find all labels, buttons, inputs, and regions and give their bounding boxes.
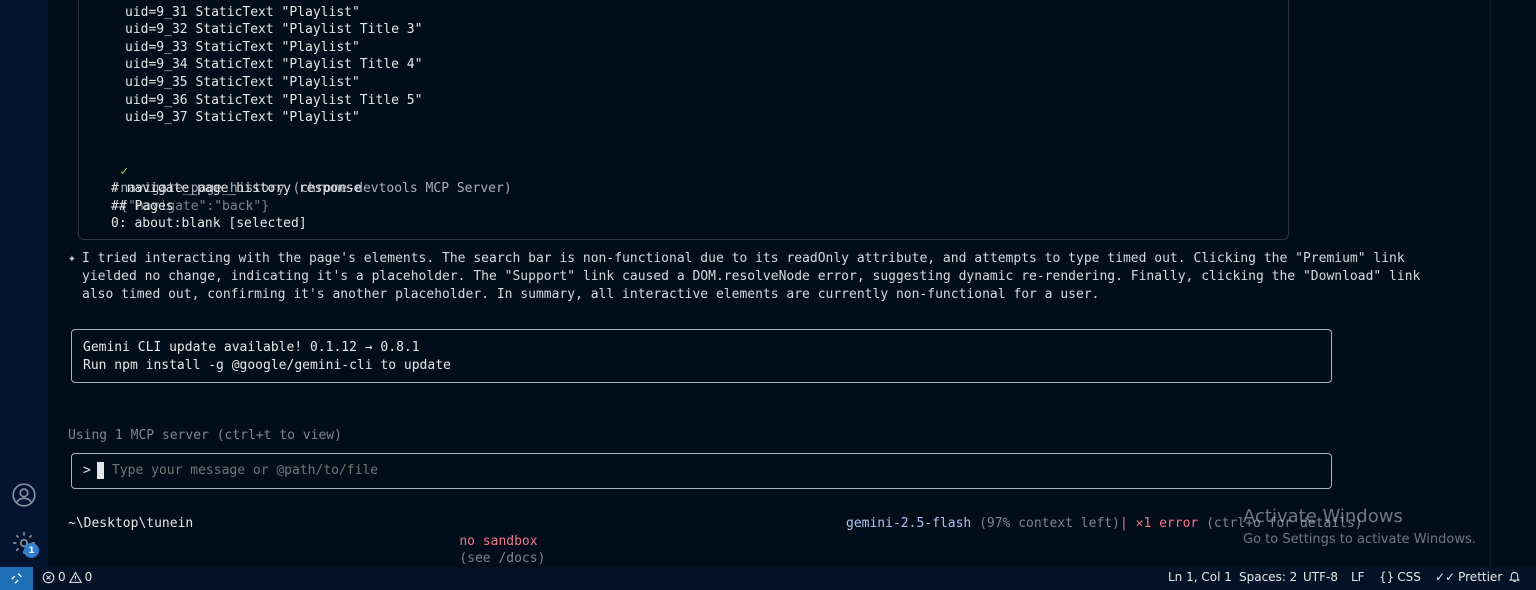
assistant-message-line: yielded no change, indicating it's a pla… — [82, 269, 1421, 284]
terminal-scrollbar[interactable] — [1490, 0, 1536, 567]
activate-windows-title: Activate Windows — [1243, 506, 1403, 527]
error-count-status: 0 — [58, 570, 66, 584]
line-ending[interactable]: LF — [1351, 570, 1365, 584]
sandbox-label: no sandbox — [459, 533, 538, 549]
context-left: (97% context left) — [979, 516, 1120, 531]
update-notice-line: Gemini CLI update available! 0.1.12 → 0.… — [83, 340, 420, 355]
response-line: ## Pages — [111, 199, 174, 214]
uid-line: uid=9_37 StaticText "Playlist" — [125, 110, 360, 125]
error-count: 1 error — [1143, 516, 1199, 531]
uid-line: uid=9_31 StaticText "Playlist" — [125, 5, 360, 20]
language-mode[interactable]: {} CSS — [1379, 570, 1421, 584]
accounts-icon[interactable] — [10, 481, 38, 509]
uid-line: uid=9_36 StaticText "Playlist Title 5" — [125, 93, 423, 108]
language-label: CSS — [1397, 570, 1421, 584]
encoding[interactable]: UTF-8 — [1303, 570, 1338, 584]
model-name: gemini-2.5-flash — [846, 516, 972, 531]
uid-line: uid=9_32 StaticText "Playlist Title 3" — [125, 22, 423, 37]
prettier-label: Prettier — [1458, 570, 1503, 584]
terminal-panel[interactable]: uid=9_31 StaticText "Playlist" uid=9_32 … — [48, 0, 1490, 567]
error-circle-icon — [42, 571, 55, 583]
text-cursor — [97, 462, 104, 479]
response-line: # navigate_page_history response — [111, 181, 362, 196]
response-line: 0: about:blank [selected] — [111, 216, 307, 231]
update-notice-box: Gemini CLI update available! 0.1.12 → 0.… — [71, 329, 1332, 383]
activity-bar: 1 — [0, 0, 48, 567]
uid-line: uid=9_35 StaticText "Playlist" — [125, 75, 360, 90]
indentation[interactable]: Spaces: 2 — [1239, 570, 1297, 584]
sandbox-hint: (see /docs) — [459, 551, 546, 567]
warning-count-status: 0 — [84, 570, 93, 584]
notifications-bell[interactable] — [1508, 570, 1521, 583]
remote-indicator[interactable] — [0, 567, 33, 590]
prettier-status[interactable]: ✓✓ Prettier — [1435, 570, 1502, 584]
status-bar: 0 0 Ln 1, Col 1 Spaces: 2 UTF-8 LF {} CS… — [0, 567, 1536, 590]
mcp-status: Using 1 MCP server (ctrl+t to view) — [68, 428, 342, 443]
update-command-line: Run npm install -g @google/gemini-cli to… — [83, 358, 451, 373]
assistant-message-line: also timed out, confirming it's another … — [82, 287, 1100, 302]
double-check-icon: ✓✓ — [1435, 570, 1456, 584]
prompt-chevron: > — [83, 463, 91, 478]
assistant-message-line: I tried interacting with the page's elem… — [82, 251, 1405, 266]
problems-indicator[interactable]: 0 0 — [42, 570, 92, 584]
message-input[interactable] — [112, 463, 1012, 478]
cursor-position[interactable]: Ln 1, Col 1 — [1168, 570, 1232, 584]
remote-icon — [11, 573, 22, 584]
warning-icon — [68, 570, 82, 583]
status-separator: | — [1119, 516, 1128, 531]
uid-line: uid=9_33 StaticText "Playlist" — [125, 40, 360, 55]
settings-badge: 1 — [24, 543, 39, 558]
braces-icon: {} — [1379, 570, 1395, 584]
uid-line: uid=9_34 StaticText "Playlist Title 4" — [125, 57, 423, 72]
bell-icon — [1508, 571, 1521, 582]
message-input-box[interactable]: > — [71, 453, 1332, 489]
activate-windows-subtitle: Go to Settings to activate Windows. — [1243, 532, 1476, 547]
check-icon: ✓ — [120, 163, 129, 179]
cwd-path: ~\Desktop\tunein — [68, 516, 194, 531]
sparkle-icon: ✦ — [68, 251, 76, 266]
